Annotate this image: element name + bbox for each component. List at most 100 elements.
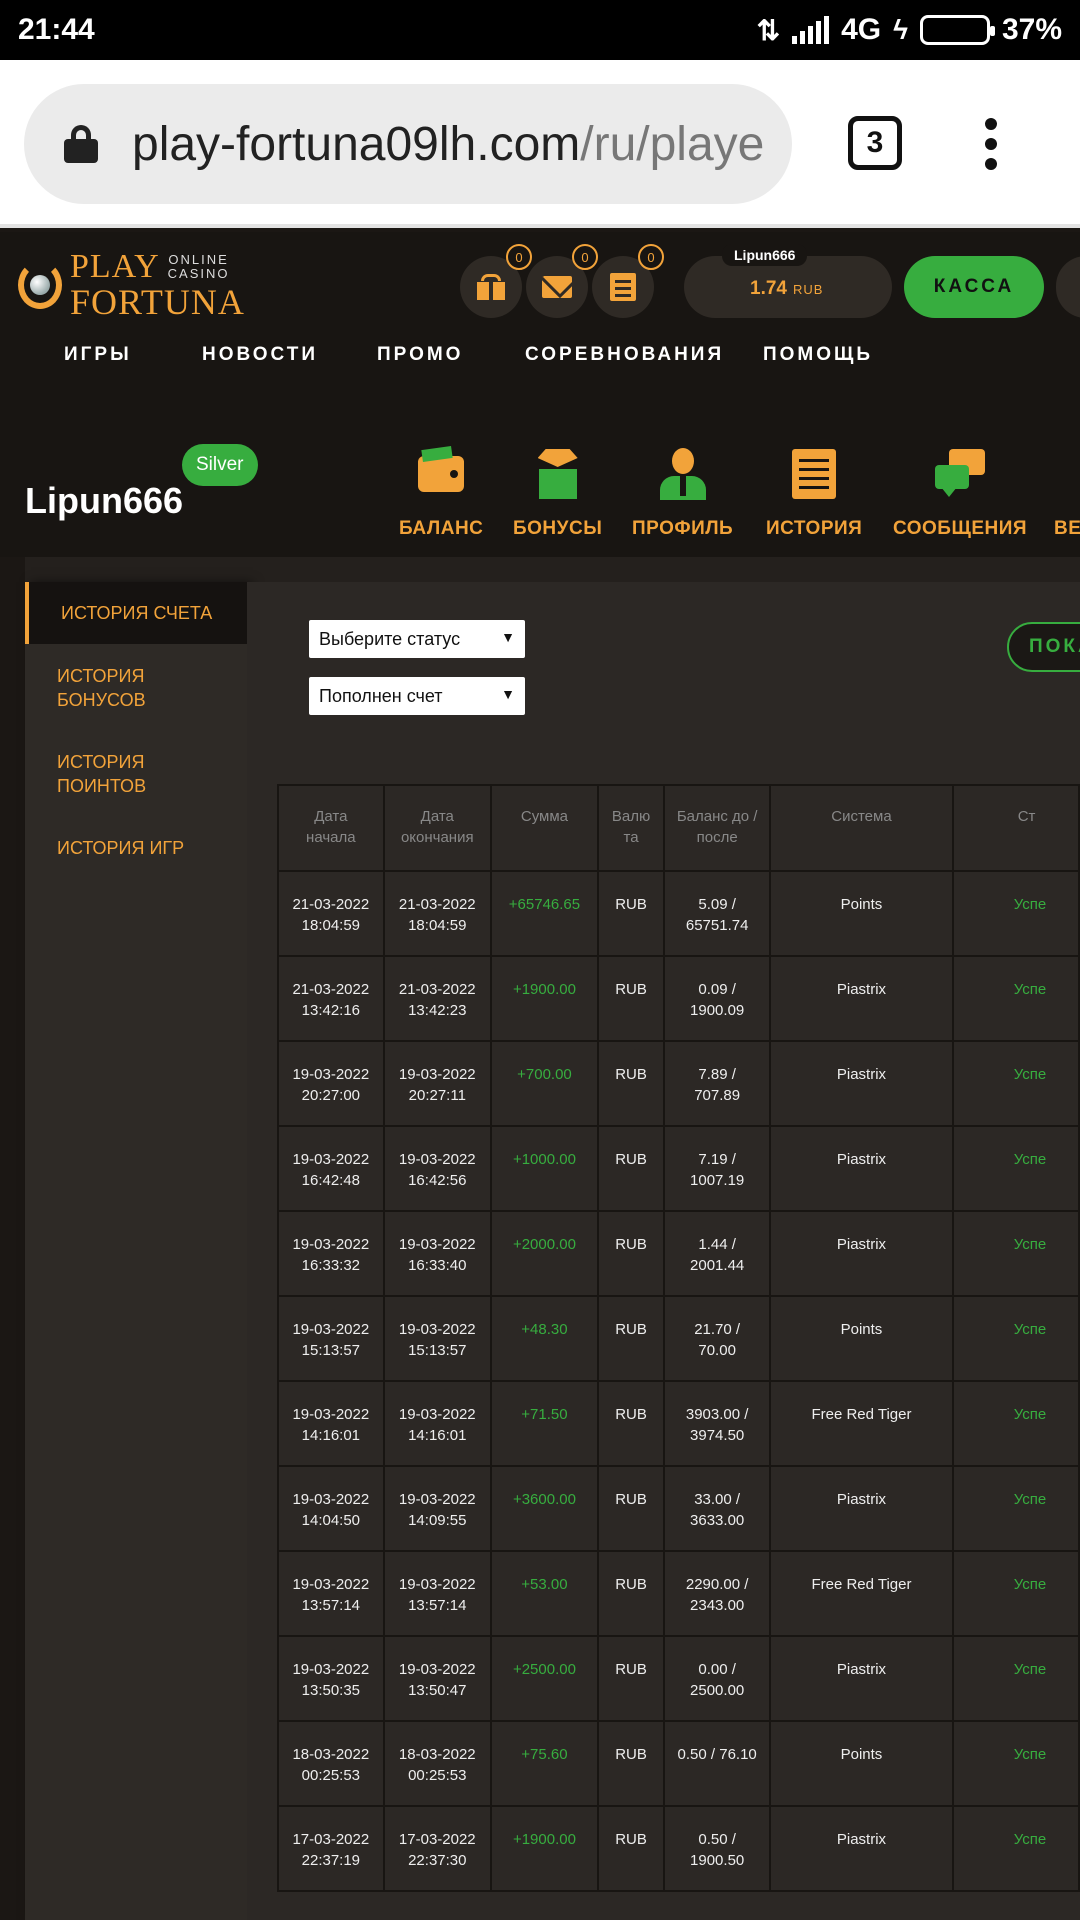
col-sum: Сумма	[489, 784, 600, 872]
url-text[interactable]: play-fortuna09lh.com/ru/playe	[132, 117, 764, 172]
currency-cell: RUB	[596, 1465, 666, 1552]
sidebar-item-games-history[interactable]: ИСТОРИЯ ИГР	[25, 836, 247, 860]
notes-button[interactable]: 0	[592, 244, 664, 318]
type-select[interactable]: Пополнен счет ▼	[309, 677, 525, 715]
dropdown-arrow-icon: ▼	[501, 629, 515, 645]
site-header: PLAY ONLINE CASINO FORTUNA 0 0 0 Lipun666…	[0, 232, 1080, 402]
system-cell: Piastrix	[769, 1210, 954, 1297]
lock-icon	[64, 125, 98, 163]
show-button[interactable]: ПОКА	[1007, 622, 1080, 672]
col-currency: Валю та	[596, 784, 666, 872]
start-date-cell: 19-03-2022 14:04:50	[277, 1465, 385, 1552]
history-table: Дата начала Дата окончания Сумма Валю та Ба…	[277, 784, 1080, 1892]
mail-icon	[542, 276, 572, 298]
balance-username: Lipun666	[722, 244, 808, 266]
col-balance: Баланс до / после	[663, 784, 772, 872]
header-extra-button[interactable]	[1056, 256, 1080, 318]
person-icon	[659, 448, 706, 500]
profile-header: Lipun666 Silver БАЛАНС БОНУСЫ ПРОФИЛЬ ИС…	[0, 402, 1080, 557]
table-row: 17-03-2022 22:37:19 17-03-2022 22:37:30 +190…	[277, 1805, 1080, 1892]
sidebar-item-points-history[interactable]: ИСТОРИЯ ПОИНТОВ	[25, 750, 247, 798]
end-date-cell: 17-03-2022 22:37:30	[382, 1805, 492, 1892]
tab-balance[interactable]: БАЛАНС	[399, 442, 483, 540]
balance-cell: 0.09 /1900.09	[663, 955, 772, 1042]
sum-cell: +2500.00	[489, 1635, 600, 1722]
status-cell: Успе	[951, 1380, 1080, 1467]
end-date-cell: 18-03-2022 00:25:53	[382, 1720, 492, 1807]
tab-bonuses[interactable]: БОНУСЫ	[513, 442, 602, 540]
nav-competitions[interactable]: СОРЕВНОВАНИЯ	[525, 344, 724, 366]
start-date-cell: 18-03-2022 00:25:53	[277, 1720, 385, 1807]
balance-cell: 7.19 /1007.19	[663, 1125, 772, 1212]
balance-cell: 0.00 /2500.00	[663, 1635, 772, 1722]
sidebar-item-bonus-history[interactable]: ИСТОРИЯ БОНУСОВ	[25, 664, 247, 712]
tab-history[interactable]: ИСТОРИЯ	[766, 442, 862, 562]
start-date-cell: 19-03-2022 13:50:35	[277, 1635, 385, 1722]
tab-profile[interactable]: ПРОФИЛЬ	[632, 442, 733, 540]
balance-cell: 0.50 / 76.10	[663, 1720, 772, 1807]
table-row: 19-03-2022 16:42:48 19-03-2022 16:42:56 +100…	[277, 1125, 1080, 1212]
balance-cell: 1.44 /2001.44	[663, 1210, 772, 1297]
nav-news[interactable]: НОВОСТИ	[202, 344, 318, 366]
balance-cell: 2290.00 /2343.00	[663, 1550, 772, 1637]
table-header-row: Дата начала Дата окончания Сумма Валю та Ба…	[277, 784, 1080, 872]
col-system: Система	[769, 784, 954, 872]
gifts-button[interactable]: 0	[460, 244, 532, 318]
status-cell: Успе	[951, 1295, 1080, 1382]
balance-widget[interactable]: Lipun666 1.74 RUB	[684, 244, 892, 318]
table-row: 18-03-2022 00:25:53 18-03-2022 00:25:53 +75.…	[277, 1720, 1080, 1807]
status-cell: Успе	[951, 870, 1080, 957]
end-date-cell: 19-03-2022 13:57:14	[382, 1550, 492, 1637]
system-cell: Piastrix	[769, 1635, 954, 1722]
sum-cell: +700.00	[489, 1040, 600, 1127]
data-transfer-icon: ⇅	[756, 14, 781, 46]
history-main: Выберите статус▼ Пополнен счет▼ ПОКА Дат…	[247, 582, 1080, 1920]
system-cell: Points	[769, 1720, 954, 1807]
wallet-icon	[418, 456, 465, 492]
tab-more[interactable]: ВЕ	[1054, 442, 1080, 540]
network-type: 4G	[841, 13, 882, 46]
start-date-cell: 19-03-2022 14:16:01	[277, 1380, 385, 1467]
dropdown-arrow-icon: ▼	[501, 686, 515, 702]
end-date-cell: 19-03-2022 16:42:56	[382, 1125, 492, 1212]
messages-button[interactable]: 0	[526, 244, 598, 318]
status-cell: Успе	[951, 955, 1080, 1042]
table-row: 19-03-2022 14:04:50 19-03-2022 14:09:55 +360…	[277, 1465, 1080, 1552]
currency-cell: RUB	[596, 1125, 666, 1212]
system-cell: Piastrix	[769, 1465, 954, 1552]
start-date-cell: 19-03-2022 15:13:57	[277, 1295, 385, 1382]
system-cell: Free Red Tiger	[769, 1380, 954, 1467]
start-date-cell: 21-03-2022 13:42:16	[277, 955, 385, 1042]
sidebar-item-account-history[interactable]: ИСТОРИЯ СЧЕТА	[25, 582, 247, 644]
nav-games[interactable]: ИГРЫ	[64, 344, 132, 366]
status-select[interactable]: Выберите статус ▼	[309, 620, 525, 658]
history-sidebar: ИСТОРИЯ СЧЕТА ИСТОРИЯ БОНУСОВ ИСТОРИЯ ПОИН…	[25, 582, 247, 1920]
nav-help[interactable]: ПОМОЩЬ	[763, 344, 873, 366]
table-row: 21-03-2022 13:42:16 21-03-2022 13:42:23 +190…	[277, 955, 1080, 1042]
kassa-button[interactable]: КАССА	[904, 256, 1044, 318]
nav-promo[interactable]: ПРОМО	[377, 344, 463, 366]
sum-cell: +1900.00	[489, 955, 600, 1042]
status-cell: Успе	[951, 1465, 1080, 1552]
end-date-cell: 21-03-2022 13:42:23	[382, 955, 492, 1042]
end-date-cell: 21-03-2022 18:04:59	[382, 870, 492, 957]
status-cell: Успе	[951, 1550, 1080, 1637]
end-date-cell: 19-03-2022 15:13:57	[382, 1295, 492, 1382]
browser-menu-icon[interactable]	[984, 118, 998, 170]
currency-cell: RUB	[596, 1805, 666, 1892]
col-start-date: Дата начала	[277, 784, 385, 872]
start-date-cell: 19-03-2022 16:42:48	[277, 1125, 385, 1212]
table-row: 19-03-2022 14:16:01 19-03-2022 14:16:01 +71.…	[277, 1380, 1080, 1467]
system-cell: Points	[769, 1295, 954, 1382]
tab-switcher-button[interactable]: 3	[848, 116, 902, 170]
address-bar[interactable]: play-fortuna09lh.com/ru/playe	[24, 84, 792, 204]
currency-cell: RUB	[596, 1295, 666, 1382]
currency-cell: RUB	[596, 1040, 666, 1127]
sum-cell: +1900.00	[489, 1805, 600, 1892]
play-fortuna-logo[interactable]: PLAY ONLINE CASINO FORTUNA	[18, 250, 245, 320]
system-cell: Points	[769, 870, 954, 957]
gifts-count-badge: 0	[506, 244, 532, 270]
tab-messages[interactable]: СООБЩЕНИЯ	[893, 442, 1027, 540]
sum-cell: +65746.65	[489, 870, 600, 957]
sum-cell: +1000.00	[489, 1125, 600, 1212]
